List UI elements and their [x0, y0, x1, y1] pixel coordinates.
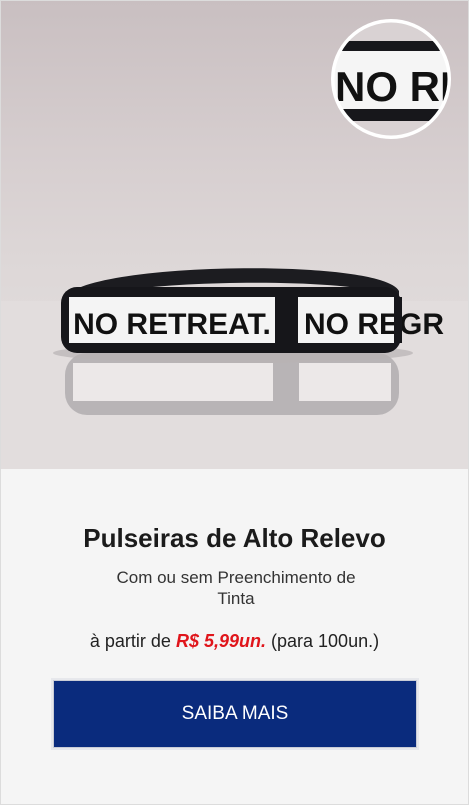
- product-photo: NO RETREAT. NO REGR NO RET: [1, 1, 468, 469]
- price-line: à partir de R$ 5,99un. (para 100un.): [1, 631, 468, 652]
- band-text-left: NO RETREAT.: [73, 308, 271, 341]
- band-text-right: NO REGR: [304, 308, 444, 341]
- product-card: NO RETREAT. NO REGR NO RET Pulseiras de …: [0, 0, 469, 805]
- product-title: Pulseiras de Alto Relevo: [83, 523, 386, 553]
- price-prefix: à partir de: [89, 631, 171, 651]
- price-suffix: (para 100un.): [271, 631, 380, 651]
- zoom-detail: NO RET: [331, 19, 451, 139]
- saiba-mais-button[interactable]: SAIBA MAIS: [53, 680, 417, 748]
- product-subtitle: Com ou sem Preenchimento de Tinta: [116, 568, 356, 608]
- price-value: R$ 5,99un.: [175, 631, 266, 651]
